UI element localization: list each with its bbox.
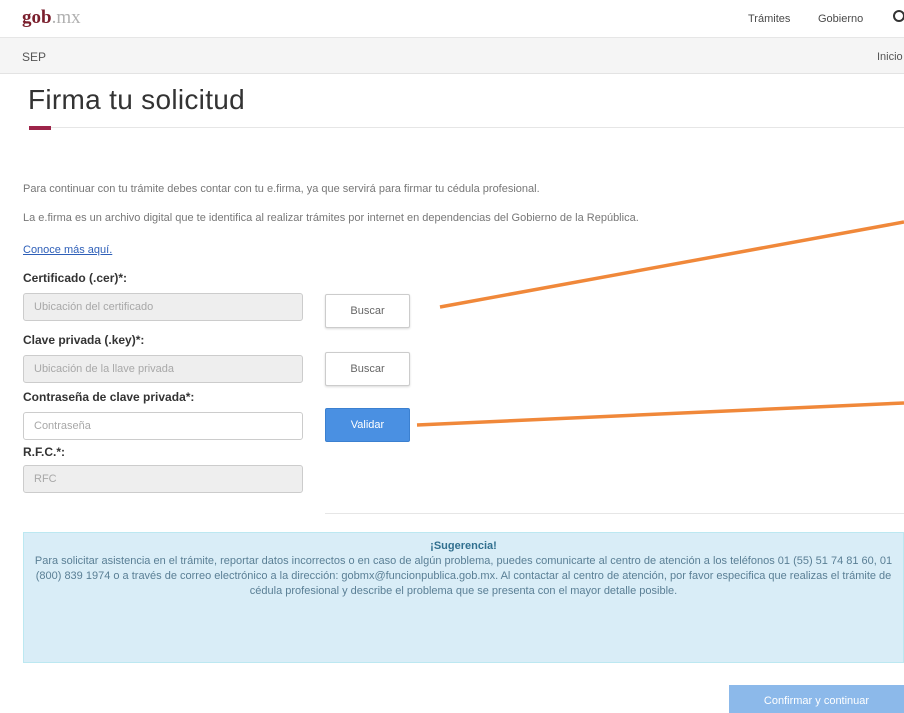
annotation-arrow-upper: [439, 220, 904, 309]
suggestion-alert: ¡Sugerencia! Para solicitar asistencia e…: [23, 532, 904, 663]
alert-body: Para solicitar asistencia en el trámite,…: [34, 555, 893, 597]
alert-title: ¡Sugerencia!: [430, 540, 497, 552]
annotation-arrow-lower: [416, 401, 904, 427]
confirm-continue-button[interactable]: Confirmar y continuar: [729, 685, 904, 713]
